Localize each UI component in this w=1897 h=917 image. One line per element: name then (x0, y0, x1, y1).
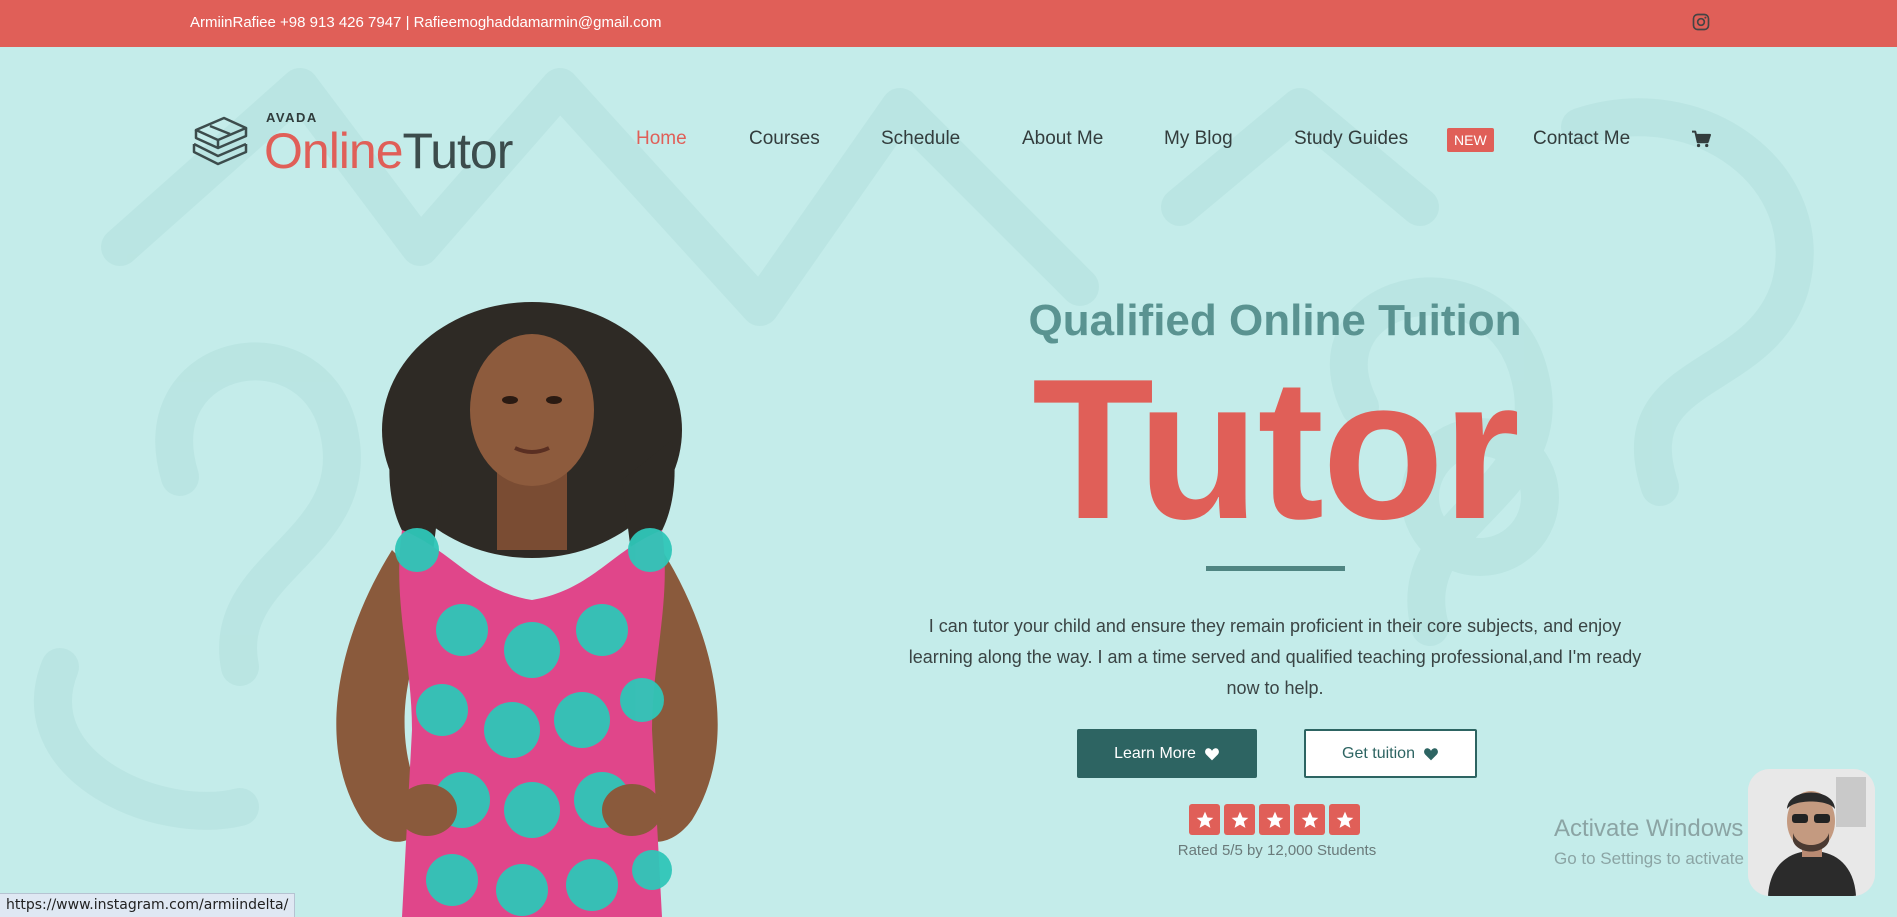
tutor-photo (336, 302, 718, 917)
get-tuition-button[interactable]: Get tuition (1304, 729, 1477, 778)
new-badge: NEW (1447, 128, 1494, 152)
star-icon (1259, 804, 1290, 835)
rating-text: Rated 5/5 by 12,000 Students (1177, 842, 1377, 859)
top-bar: ArmiinRafiee +98 913 426 7947 | Rafieemo… (0, 0, 1897, 47)
hero-description: I can tutor your child and ensure they r… (908, 616, 1642, 698)
rating-stars (1189, 804, 1360, 835)
webcam-avatar (1748, 769, 1875, 896)
heart-icon (1204, 747, 1219, 760)
nav-home[interactable]: Home (636, 128, 687, 150)
site-logo[interactable]: AVADA OnlineTutor (190, 108, 530, 179)
nav-schedule[interactable]: Schedule (881, 128, 960, 150)
nav-my-blog[interactable]: My Blog (1164, 128, 1233, 150)
get-tuition-label: Get tuition (1342, 744, 1415, 762)
star-icon (1189, 804, 1220, 835)
status-bar-url: https://www.instagram.com/armiindelta/ (0, 893, 296, 917)
learn-more-label: Learn More (1114, 744, 1196, 762)
star-icon (1294, 804, 1325, 835)
logo-wordmark: OnlineTutor (264, 122, 514, 180)
heart-icon (1424, 747, 1438, 760)
learn-more-button[interactable]: Learn More (1077, 729, 1257, 778)
logo-wordmark-part1: Online (264, 123, 404, 179)
nav-about-me[interactable]: About Me (1022, 128, 1103, 150)
star-icon (1224, 804, 1255, 835)
instagram-icon[interactable] (1691, 12, 1711, 32)
hero-divider (1206, 566, 1345, 571)
nav-contact-me[interactable]: Contact Me (1533, 128, 1630, 150)
star-icon (1329, 804, 1360, 835)
cart-icon[interactable] (1691, 130, 1711, 148)
logo-wordmark-part2: Tutor (402, 123, 514, 179)
books-stack-icon (192, 116, 248, 166)
nav-study-guides[interactable]: Study Guides (1294, 128, 1408, 150)
hero-title: Tutor (1031, 338, 1520, 561)
nav-courses[interactable]: Courses (749, 128, 820, 150)
contact-info: ArmiinRafiee +98 913 426 7947 | Rafieemo… (190, 14, 662, 31)
